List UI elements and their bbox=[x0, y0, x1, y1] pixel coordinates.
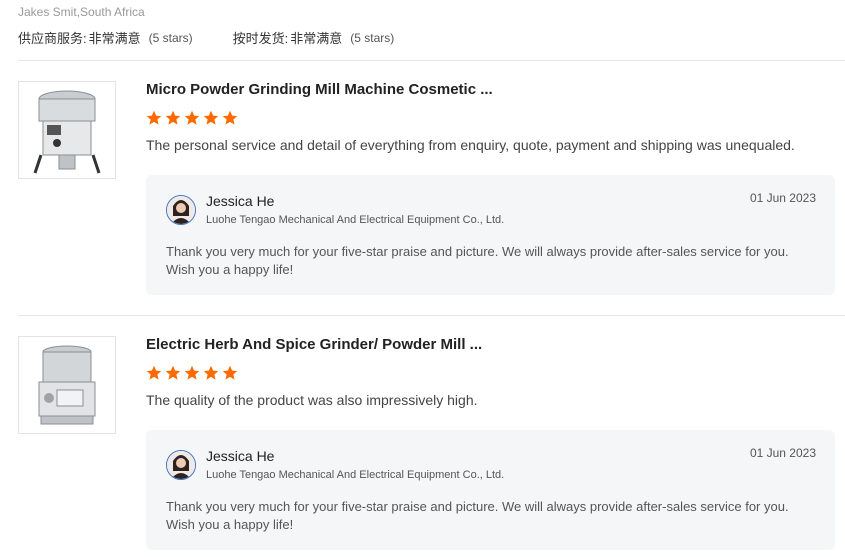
rating-value: 非常满意 bbox=[290, 31, 343, 46]
avatar bbox=[166, 450, 196, 480]
star-icon bbox=[203, 110, 219, 125]
product-thumbnail[interactable] bbox=[18, 81, 116, 179]
reply-author-name: Jessica He bbox=[206, 448, 275, 464]
supplier-reply: Jessica He Luohe Tengao Mechanical And E… bbox=[146, 430, 835, 550]
rating-value: 非常满意 bbox=[88, 31, 141, 46]
rating-on-time-delivery: 按时发货: 非常满意 (5 stars) bbox=[233, 28, 395, 47]
grinder-machine-icon bbox=[38, 345, 96, 425]
supplier-ratings: 供应商服务: 非常满意 (5 stars) 按时发货: 非常满意 (5 star… bbox=[18, 28, 394, 47]
avatar bbox=[166, 195, 196, 225]
supplier-reply: Jessica He Luohe Tengao Mechanical And E… bbox=[146, 175, 835, 295]
rating-stars-text: (5 stars) bbox=[350, 30, 395, 45]
star-rating bbox=[146, 110, 238, 126]
star-icon bbox=[222, 365, 238, 380]
star-icon bbox=[184, 365, 200, 380]
divider bbox=[18, 315, 845, 316]
reply-text: Thank you very much for your five-star p… bbox=[166, 499, 789, 532]
reply-company-name: Luohe Tengao Mechanical And Electrical E… bbox=[206, 214, 505, 226]
rating-stars-text: (5 stars) bbox=[148, 30, 193, 45]
person-avatar-icon bbox=[167, 451, 195, 479]
star-icon bbox=[165, 110, 181, 125]
star-icon bbox=[146, 365, 162, 380]
product-title-link[interactable]: Electric Herb And Spice Grinder/ Powder … bbox=[146, 336, 482, 353]
reply-author-name: Jessica He bbox=[206, 193, 275, 209]
product-title-link[interactable]: Micro Powder Grinding Mill Machine Cosme… bbox=[146, 81, 493, 98]
reply-company-name: Luohe Tengao Mechanical And Electrical E… bbox=[206, 469, 505, 481]
star-icon bbox=[203, 365, 219, 380]
star-icon bbox=[165, 365, 181, 380]
product-thumbnail[interactable] bbox=[18, 336, 116, 434]
star-rating bbox=[146, 365, 238, 381]
person-avatar-icon bbox=[167, 196, 195, 224]
divider bbox=[18, 60, 845, 61]
rating-label: 供应商服务: bbox=[18, 31, 87, 46]
star-icon bbox=[222, 110, 238, 125]
grinder-machine-icon bbox=[33, 90, 101, 174]
reply-date: 01 Jun 2023 bbox=[749, 191, 816, 205]
rating-supplier-service: 供应商服务: 非常满意 (5 stars) bbox=[18, 28, 193, 47]
reply-date: 01 Jun 2023 bbox=[749, 446, 816, 460]
review-text: The personal service and detail of every… bbox=[146, 137, 795, 153]
reply-text: Thank you very much for your five-star p… bbox=[166, 244, 789, 277]
star-icon bbox=[146, 110, 162, 125]
review-text: The quality of the product was also impr… bbox=[146, 392, 478, 408]
star-icon bbox=[184, 110, 200, 125]
rating-label: 按时发货: bbox=[232, 31, 289, 46]
reviewer-name-location: Jakes Smit,South Africa bbox=[18, 5, 145, 19]
